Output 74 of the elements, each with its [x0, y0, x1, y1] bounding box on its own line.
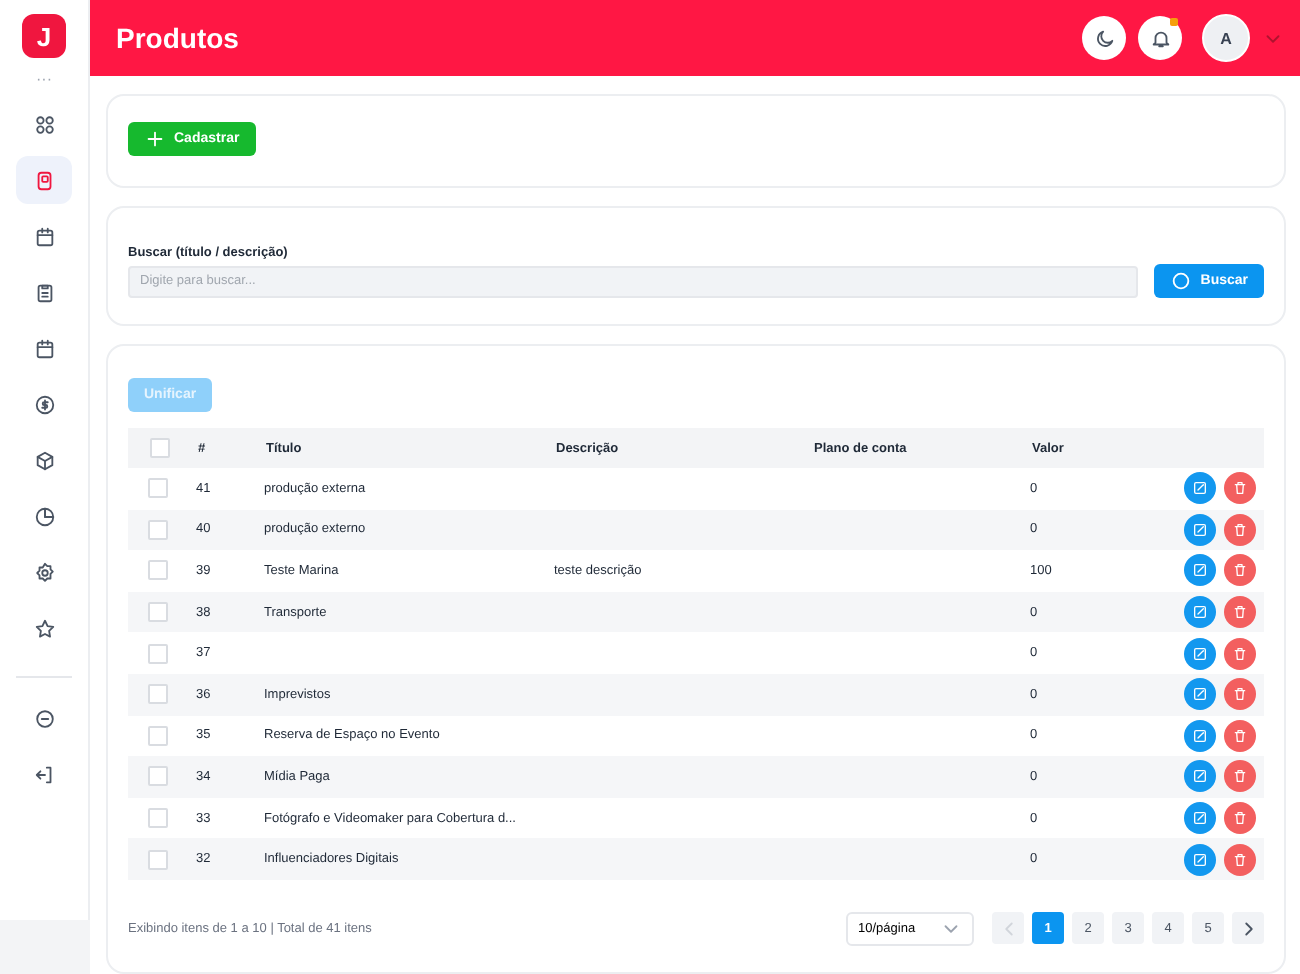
document-icon — [33, 169, 55, 191]
edit-button[interactable] — [1184, 719, 1216, 752]
page-title: Produtos — [116, 22, 241, 54]
star-icon — [33, 617, 55, 639]
coin-icon — [33, 393, 55, 415]
trash-icon — [1232, 562, 1248, 579]
notifications-button[interactable] — [1138, 16, 1182, 60]
delete-button[interactable] — [1224, 719, 1256, 752]
search-icon — [1170, 270, 1193, 292]
trash-icon — [1232, 604, 1248, 621]
edit-button[interactable] — [1184, 637, 1216, 670]
row-checkbox[interactable] — [148, 519, 168, 540]
next-page-button[interactable] — [1232, 912, 1264, 945]
edit-icon — [1192, 480, 1208, 497]
row-checkbox[interactable] — [148, 602, 168, 623]
trash-icon — [1232, 727, 1248, 744]
app-logo[interactable]: J — [22, 14, 66, 58]
row-checkbox[interactable] — [148, 478, 168, 499]
calendar-icon — [33, 337, 55, 359]
grid-icon — [33, 113, 55, 135]
select-all-checkbox[interactable] — [150, 438, 170, 458]
edit-icon — [1192, 686, 1208, 703]
calendar-icon — [33, 225, 55, 247]
row-checkbox[interactable] — [148, 849, 168, 870]
edit-icon — [1192, 521, 1208, 538]
delete-button[interactable] — [1224, 596, 1256, 629]
edit-button[interactable] — [1184, 802, 1216, 835]
delete-button[interactable] — [1224, 554, 1256, 587]
sidebar-item[interactable] — [16, 156, 72, 204]
edit-icon — [1192, 604, 1208, 621]
delete-button[interactable] — [1224, 802, 1256, 835]
cube-icon — [33, 449, 55, 471]
delete-button[interactable] — [1224, 843, 1256, 876]
edit-icon — [1192, 562, 1208, 579]
trash-icon — [1232, 851, 1248, 868]
plus-icon — [144, 128, 166, 150]
trash-icon — [1232, 645, 1248, 662]
edit-icon — [1192, 727, 1208, 744]
edit-icon — [1192, 810, 1208, 827]
edit-button[interactable] — [1184, 678, 1216, 711]
row-checkbox[interactable] — [148, 725, 168, 746]
edit-button[interactable] — [1184, 554, 1216, 587]
pie-chart-icon — [33, 505, 55, 527]
edit-button[interactable] — [1184, 843, 1216, 876]
edit-icon — [1192, 851, 1208, 868]
trash-icon — [1232, 521, 1248, 538]
edit-button[interactable] — [1184, 760, 1216, 793]
bell-icon — [1149, 27, 1171, 49]
delete-button[interactable] — [1224, 637, 1256, 670]
clipboard-icon — [33, 281, 55, 303]
delete-button[interactable] — [1224, 760, 1256, 793]
edit-button[interactable] — [1184, 513, 1216, 546]
row-checkbox[interactable] — [148, 560, 168, 581]
more-indicator: ··· — [36, 70, 52, 88]
row-checkbox[interactable] — [148, 684, 168, 705]
theme-toggle[interactable] — [1082, 16, 1126, 60]
trash-icon — [1232, 768, 1248, 785]
logout-icon — [33, 763, 55, 785]
trash-icon — [1232, 480, 1248, 497]
row-checkbox[interactable] — [148, 643, 168, 664]
delete-button[interactable] — [1224, 513, 1256, 546]
row-checkbox[interactable] — [148, 808, 168, 829]
delete-button[interactable] — [1224, 678, 1256, 711]
moon-icon — [1093, 27, 1115, 49]
delete-button[interactable] — [1224, 472, 1256, 505]
row-checkbox[interactable] — [148, 766, 168, 787]
trash-icon — [1232, 686, 1248, 703]
edit-button[interactable] — [1184, 472, 1216, 505]
edit-icon — [1192, 768, 1208, 785]
settings-icon — [33, 561, 55, 583]
user-avatar[interactable]: A — [1202, 14, 1250, 62]
trash-icon — [1232, 810, 1248, 827]
edit-button[interactable] — [1184, 596, 1216, 629]
edit-icon — [1192, 645, 1208, 662]
